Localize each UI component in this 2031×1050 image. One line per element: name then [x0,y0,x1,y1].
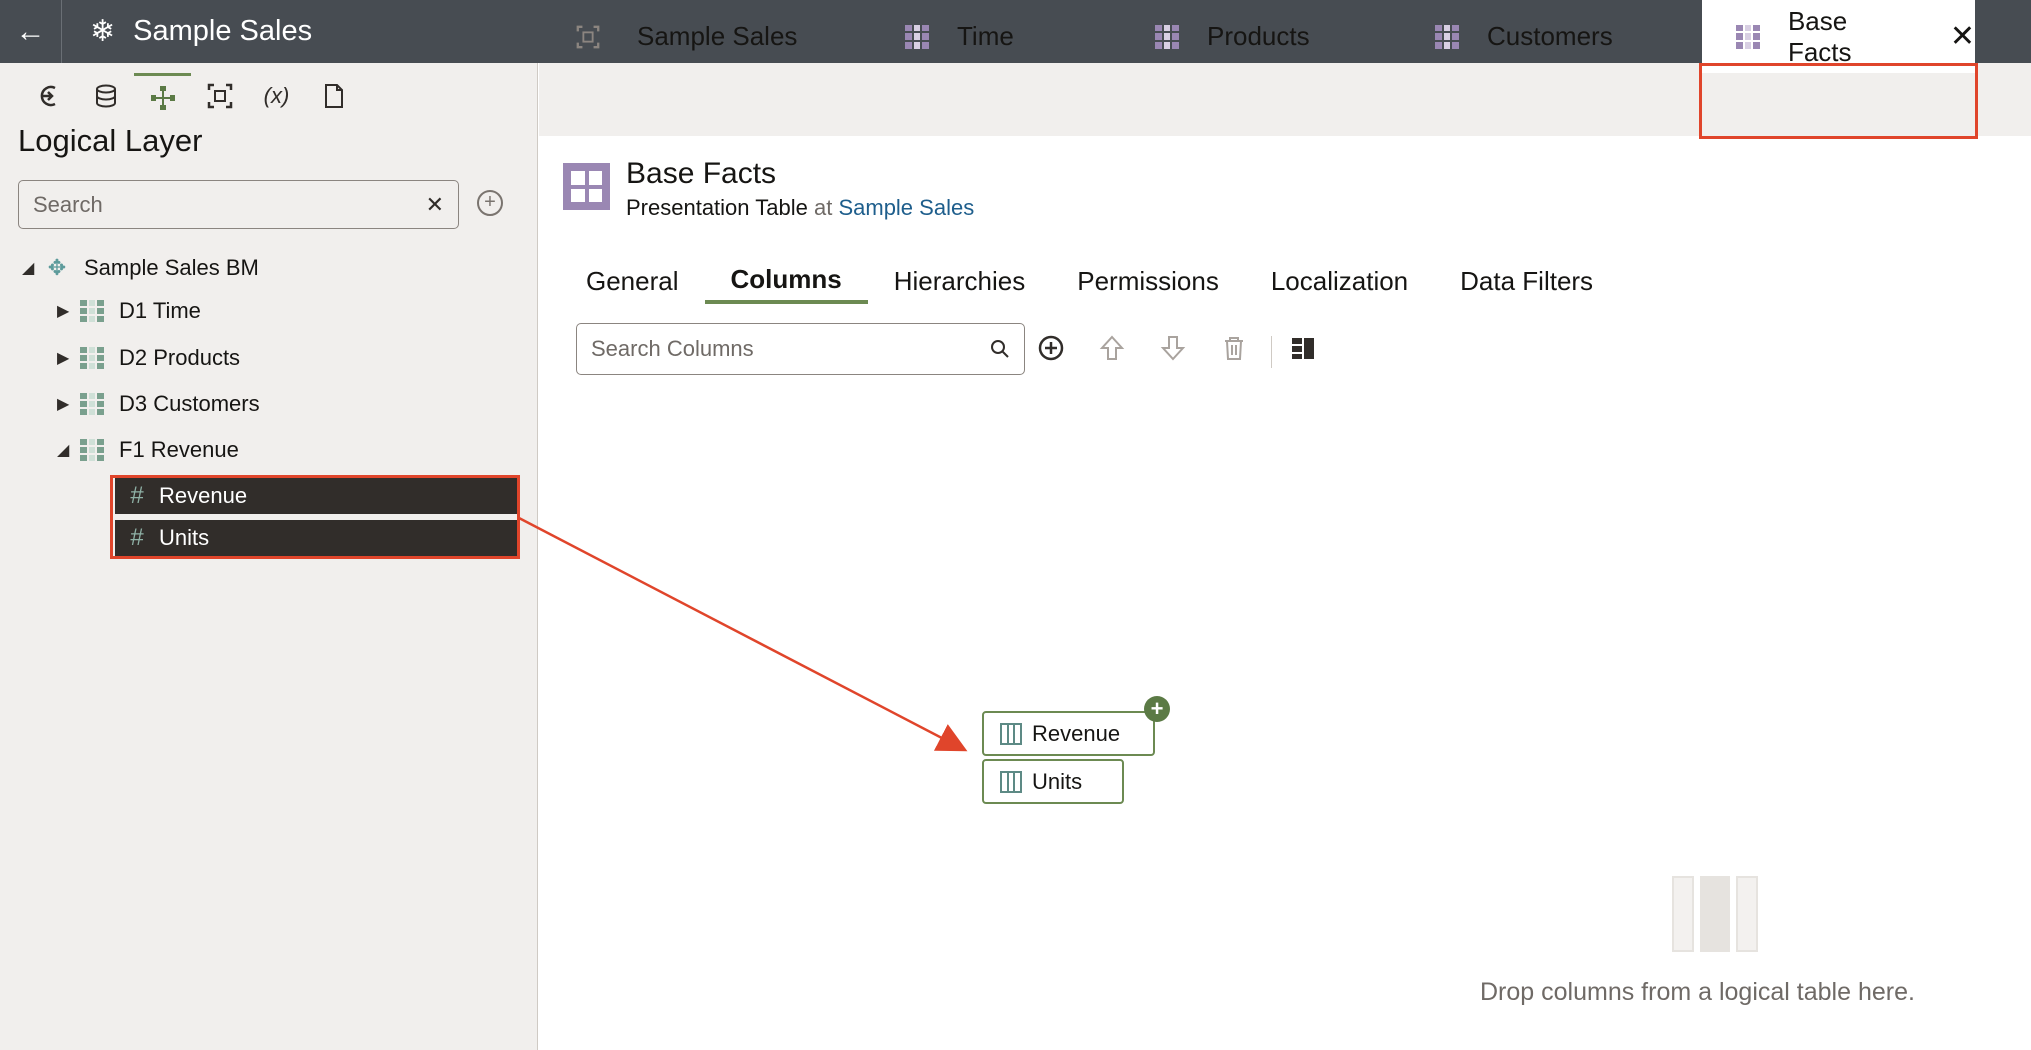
panel-layout-icon [1292,338,1314,359]
move-up-button[interactable] [1094,330,1130,366]
presentation-table-icon [563,163,610,210]
subtitle-type: Presentation Table [626,195,808,220]
tab-label: Products [1207,21,1310,51]
panel-title: Logical Layer [18,123,203,158]
tree-node-label: D3 Customers [119,391,260,416]
tree-node-d3-customers[interactable]: ▶ D3 Customers [57,384,260,424]
detail-title: Base Facts [626,157,777,190]
drop-hint: Drop columns from a logical table here. [1480,978,1915,1006]
column-search [576,323,1025,375]
logical-layer-button[interactable] [134,73,191,119]
expand-triangle-icon[interactable]: ▶ [57,394,77,414]
layer-search: ✕ [18,180,459,229]
tree-node-label: Sample Sales BM [84,255,259,280]
connections-icon [40,85,56,107]
tab-sample-sales[interactable]: Sample Sales [575,0,797,73]
tree-node-label: D2 Products [119,345,241,370]
expand-triangle-icon[interactable]: ▶ [57,301,77,321]
tab-label: Time [957,21,1014,51]
connections-button[interactable] [20,73,77,119]
layer-search-input[interactable] [33,191,426,218]
column-search-input[interactable] [591,336,990,362]
add-badge-icon: + [1144,696,1170,722]
selection-highlight [110,475,520,559]
logical-layer-icon [150,85,175,110]
subtab-general[interactable]: General [560,258,705,304]
add-circle-icon [1038,335,1064,361]
tree-node-f1-revenue[interactable]: ◢ F1 Revenue [57,430,239,470]
table-icon [1435,24,1459,49]
subtab-data-filters[interactable]: Data Filters [1434,258,1619,304]
tab-time[interactable]: Time [905,0,1014,73]
variables-icon: (x) [263,83,290,108]
subtab-hierarchies[interactable]: Hierarchies [868,258,1052,304]
toolbar-separator [1271,336,1272,368]
app-title: Sample Sales [133,15,313,47]
database-button[interactable] [77,73,134,119]
presentation-layer-button[interactable] [191,73,248,119]
trash-icon [1225,337,1243,360]
column-icon [1000,770,1022,793]
tree-node-d2-products[interactable]: ▶ D2 Products [57,338,240,378]
tree-node-root[interactable]: ◢ ✥ Sample Sales BM [22,248,259,288]
delete-button[interactable] [1216,330,1252,366]
variables-button[interactable]: (x) [248,73,305,119]
search-icon[interactable] [990,339,1010,359]
database-icon [95,84,116,108]
presentation-icon [207,83,232,109]
tab-label: Customers [1487,21,1613,51]
snowflake-icon: ❄ [90,15,116,48]
tab-label: Base Facts [1787,5,1852,67]
table-icon [905,24,929,49]
document-icon [324,84,343,108]
detail-subtabs: General Columns Hierarchies Permissions … [560,258,1619,304]
chip-label: Units [1032,768,1083,794]
dragged-column-units[interactable]: Units [982,759,1124,804]
arrow-up-icon [1099,335,1125,360]
subtab-permissions[interactable]: Permissions [1051,258,1245,304]
column-icon [1000,722,1022,745]
table-icon [77,391,107,417]
empty-columns-icon [1672,876,1758,952]
arrow-down-icon [1160,336,1186,361]
close-icon[interactable]: ✕ [1950,19,1975,54]
add-column-button[interactable] [1033,330,1069,366]
table-icon [1155,24,1179,49]
tab-customers[interactable]: Customers [1435,0,1613,73]
presentation-icon [576,25,600,48]
collapse-triangle-icon[interactable]: ◢ [57,440,77,460]
table-icon [77,437,107,463]
clear-search-icon[interactable]: ✕ [426,192,444,218]
subtab-columns[interactable]: Columns [704,258,868,304]
collapse-triangle-icon[interactable]: ◢ [22,258,42,278]
tab-products[interactable]: Products [1155,0,1310,73]
subtitle-at: at [813,195,833,220]
subtab-localization[interactable]: Localization [1245,258,1434,304]
expand-triangle-icon[interactable]: ▶ [57,348,77,368]
tree-node-label: D1 Time [119,298,201,323]
chip-label: Revenue [1032,720,1121,746]
back-button[interactable]: ← [0,0,62,63]
add-icon[interactable]: + [477,190,503,216]
business-model-icon: ✥ [47,255,67,280]
layer-toolbar: (x) [20,73,362,119]
table-icon [1736,24,1760,49]
layout-toggle-button[interactable] [1285,330,1321,366]
dragged-column-revenue[interactable]: Revenue [982,711,1155,756]
subtitle-link[interactable]: Sample Sales [838,195,974,220]
detail-subtitle: Presentation Table at Sample Sales [626,195,974,221]
move-down-button[interactable] [1155,330,1191,366]
tree-node-label: F1 Revenue [119,437,239,462]
tab-highlight [1699,63,1978,139]
table-icon [77,345,107,371]
tree-node-d1-time[interactable]: ▶ D1 Time [57,291,201,331]
table-icon [77,298,107,324]
tab-label: Sample Sales [637,21,798,51]
document-button[interactable] [305,73,362,119]
arrow-left-icon: ← [15,14,46,48]
